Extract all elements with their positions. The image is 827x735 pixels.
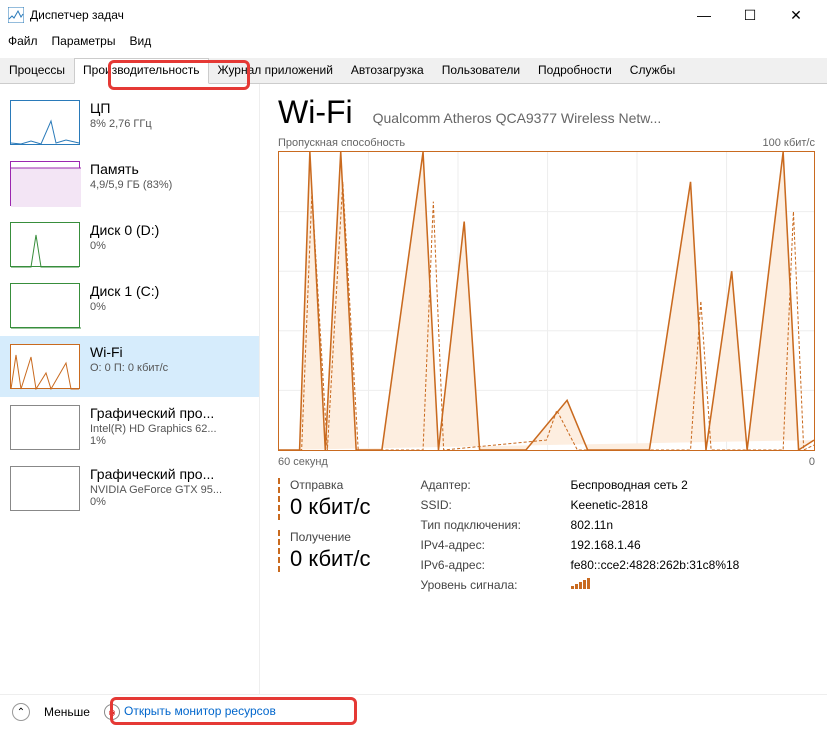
titlebar: Диспетчер задач — ☐ ✕ <box>0 0 827 30</box>
tab-processes[interactable]: Процессы <box>0 58 74 83</box>
tab-details[interactable]: Подробности <box>529 58 621 83</box>
sidebar-item-label: Графический про... <box>90 405 217 421</box>
chevron-up-icon[interactable]: ⌃ <box>12 703 30 721</box>
mini-chart-cpu <box>10 100 80 145</box>
detail-panel: Wi-Fi Qualcomm Atheros QCA9377 Wireless … <box>260 84 827 694</box>
sidebar-item-label: Wi-Fi <box>90 344 168 360</box>
mini-chart-disk1 <box>10 283 80 328</box>
tabstrip: Процессы Производительность Журнал прило… <box>0 58 827 84</box>
tab-services[interactable]: Службы <box>621 58 684 83</box>
mini-chart-memory <box>10 161 80 206</box>
sidebar-item-label: ЦП <box>90 100 152 116</box>
mini-chart-disk0 <box>10 222 80 267</box>
sidebar: ЦП8% 2,76 ГГц Память4,9/5,9 ГБ (83%) Дис… <box>0 84 260 694</box>
menubar: Файл Параметры Вид <box>0 30 827 52</box>
sidebar-item-label: Память <box>90 161 172 177</box>
sidebar-item-label: Графический про... <box>90 466 222 482</box>
app-icon <box>8 7 24 23</box>
x-axis-right: 0 <box>809 456 815 468</box>
chart-max: 100 кбит/с <box>762 137 815 149</box>
content: ЦП8% 2,76 ГГц Память4,9/5,9 ГБ (83%) Дис… <box>0 84 827 694</box>
chart-title: Пропускная способность <box>278 137 405 149</box>
sidebar-item-cpu[interactable]: ЦП8% 2,76 ГГц <box>0 92 259 153</box>
receive-stat: Получение 0 кбит/с <box>278 530 371 572</box>
menu-view[interactable]: Вид <box>129 34 151 48</box>
minimize-button[interactable]: — <box>681 0 727 30</box>
close-button[interactable]: ✕ <box>773 0 819 30</box>
sidebar-item-label: Диск 1 (C:) <box>90 283 159 299</box>
sidebar-item-wifi[interactable]: Wi-FiО: 0 П: 0 кбит/с <box>0 336 259 397</box>
mini-chart-gpu1 <box>10 466 80 511</box>
signal-strength-icon <box>571 578 740 592</box>
sidebar-item-gpu1[interactable]: Графический про...NVIDIA GeForce GTX 95.… <box>0 458 259 519</box>
menu-file[interactable]: Файл <box>8 34 38 48</box>
sidebar-item-disk1[interactable]: Диск 1 (C:)0% <box>0 275 259 336</box>
sidebar-item-gpu0[interactable]: Графический про...Intel(R) HD Graphics 6… <box>0 397 259 458</box>
mini-chart-gpu0 <box>10 405 80 450</box>
menu-options[interactable]: Параметры <box>52 34 116 48</box>
detail-title: Wi-Fi <box>278 94 353 131</box>
x-axis-left: 60 секунд <box>278 456 328 468</box>
properties-grid: Адаптер:Беспроводная сеть 2 SSID:Keeneti… <box>421 478 740 592</box>
tab-startup[interactable]: Автозагрузка <box>342 58 433 83</box>
tab-apphistory[interactable]: Журнал приложений <box>209 58 342 83</box>
adapter-name: Qualcomm Atheros QCA9377 Wireless Netw..… <box>373 110 662 126</box>
footer: ⌃ Меньше ◉Открыть монитор ресурсов <box>0 694 827 729</box>
sidebar-item-memory[interactable]: Память4,9/5,9 ГБ (83%) <box>0 153 259 214</box>
resource-monitor-icon: ◉ <box>104 704 120 720</box>
maximize-button[interactable]: ☐ <box>727 0 773 30</box>
fewer-details-button[interactable]: Меньше <box>44 705 90 719</box>
open-resource-monitor-link[interactable]: ◉Открыть монитор ресурсов <box>104 704 276 720</box>
tab-users[interactable]: Пользователи <box>433 58 529 83</box>
throughput-chart <box>278 151 815 451</box>
tab-performance[interactable]: Производительность <box>74 58 208 84</box>
sidebar-item-disk0[interactable]: Диск 0 (D:)0% <box>0 214 259 275</box>
send-stat: Отправка 0 кбит/с <box>278 478 371 520</box>
window-title: Диспетчер задач <box>30 8 681 22</box>
mini-chart-wifi <box>10 344 80 389</box>
sidebar-item-label: Диск 0 (D:) <box>90 222 159 238</box>
